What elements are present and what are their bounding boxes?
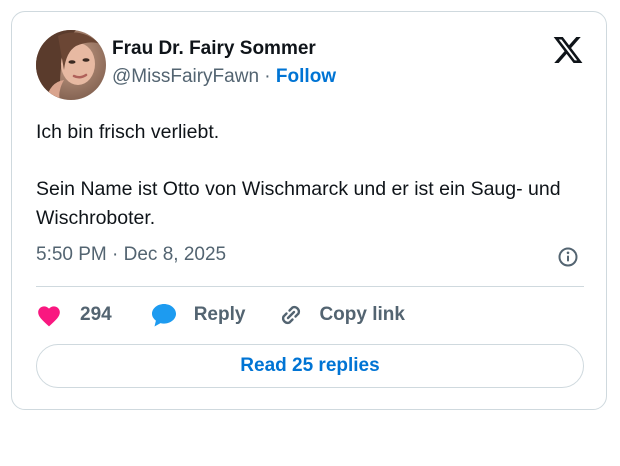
avatar[interactable]	[36, 30, 106, 100]
divider	[36, 286, 584, 287]
reply-label: Reply	[193, 304, 246, 325]
tweet-card: Frau Dr. Fairy Sommer @MissFairyFawn · F…	[11, 11, 607, 410]
read-replies-button[interactable]: Read 25 replies	[36, 344, 584, 388]
tweet-timestamp[interactable]: 5:50 PM · Dec 8, 2025	[36, 244, 226, 266]
author-handle[interactable]: @MissFairyFawn	[112, 66, 259, 87]
tweet-text: Ich bin frisch verliebt. Sein Name ist O…	[36, 121, 561, 229]
copy-link-label: Copy link	[319, 304, 405, 325]
copy-link-button[interactable]: Copy link	[277, 301, 405, 329]
link-icon	[277, 301, 305, 329]
action-bar: 294 Reply Copy link	[36, 300, 405, 330]
speech-bubble-icon	[150, 302, 178, 328]
author-handle-row: @MissFairyFawn · Follow	[112, 66, 336, 88]
like-count: 294	[80, 304, 112, 325]
info-icon[interactable]	[557, 246, 579, 268]
reply-button[interactable]: Reply	[150, 302, 246, 328]
heart-icon	[36, 303, 62, 327]
x-logo-icon[interactable]	[552, 34, 584, 66]
handle-separator: ·	[259, 66, 276, 87]
follow-link[interactable]: Follow	[276, 66, 336, 87]
author-name[interactable]: Frau Dr. Fairy Sommer	[112, 38, 316, 60]
like-button[interactable]: 294	[36, 303, 112, 327]
